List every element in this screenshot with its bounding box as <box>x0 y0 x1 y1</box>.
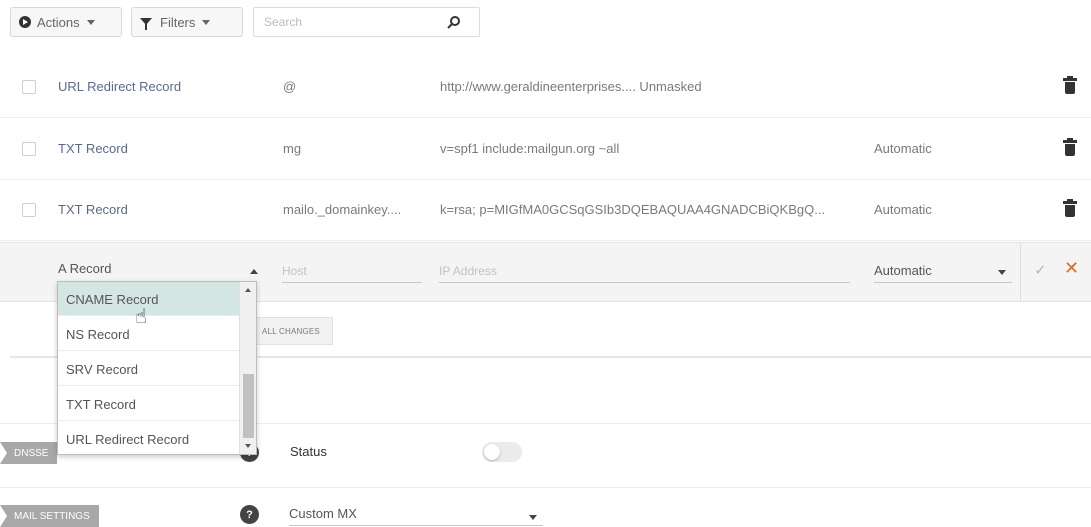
close-icon[interactable]: ✕ <box>1064 258 1079 279</box>
status-label: Status <box>290 444 327 459</box>
trash-icon[interactable] <box>1063 138 1077 158</box>
ttl-value: Automatic <box>874 263 932 278</box>
trash-icon[interactable] <box>1063 76 1077 96</box>
record-row[interactable]: URL Redirect Record @ http://www.geraldi… <box>0 58 1091 118</box>
dropdown-option-ns[interactable]: NS Record <box>58 317 239 351</box>
search-icon[interactable] <box>447 15 461 29</box>
mail-settings-value: Custom MX <box>289 506 357 521</box>
mail-settings-label: MAIL SETTINGS <box>14 510 90 522</box>
row-checkbox[interactable] <box>22 80 36 94</box>
dropdown-scrollbar[interactable] <box>239 282 256 454</box>
ip-address-input[interactable]: IP Address <box>439 261 850 283</box>
save-all-label: ALL CHANGES <box>262 326 320 336</box>
record-ttl: Automatic <box>874 141 932 156</box>
mail-settings-select[interactable]: Custom MX <box>289 506 543 526</box>
divider <box>0 487 1091 488</box>
record-value: http://www.geraldineenterprises.... Unma… <box>440 79 702 94</box>
actions-button[interactable]: Actions <box>10 7 122 37</box>
chevron-down-icon <box>202 19 211 25</box>
scrollbar-thumb[interactable] <box>243 374 254 438</box>
save-all-changes-button[interactable]: ALL CHANGES <box>249 317 333 345</box>
divider <box>1020 243 1021 301</box>
dnssec-label: DNSSE <box>14 447 49 459</box>
row-checkbox[interactable] <box>22 142 36 156</box>
record-row[interactable]: TXT Record mg v=spf1 include:mailgun.org… <box>0 120 1091 180</box>
record-host: mailo._domainkey.... <box>283 202 402 217</box>
scroll-down-icon[interactable] <box>245 444 251 448</box>
record-ttl: Automatic <box>874 202 932 217</box>
play-circle-icon <box>19 16 31 28</box>
record-value: k=rsa; p=MIGfMA0GCSqGSIb3DQEBAQUAA4GNADC… <box>440 202 826 217</box>
chevron-down-icon <box>86 19 95 25</box>
check-icon[interactable]: ✓ <box>1034 261 1047 279</box>
filters-label: Filters <box>160 14 196 30</box>
scroll-up-icon[interactable] <box>245 288 251 292</box>
host-placeholder: Host <box>282 264 307 278</box>
filters-button[interactable]: Filters <box>131 7 243 37</box>
chevron-down-icon <box>998 270 1006 275</box>
dnssec-tag: DNSSE <box>0 442 58 464</box>
trash-icon[interactable] <box>1063 199 1077 219</box>
dropdown-option-txt[interactable]: TXT Record <box>58 387 239 421</box>
host-input[interactable]: Host <box>282 261 422 283</box>
chevron-down-icon <box>529 515 537 520</box>
record-type-select[interactable]: A Record <box>58 261 258 283</box>
record-host: @ <box>283 79 297 94</box>
record-type-dropdown: CNAME Record NS Record SRV Record TXT Re… <box>57 281 257 455</box>
record-row[interactable]: TXT Record mailo._domainkey.... k=rsa; p… <box>0 181 1091 241</box>
chevron-up-icon <box>250 269 258 274</box>
mail-settings-tag: MAIL SETTINGS <box>0 505 99 527</box>
toolbar: Actions Filters Search <box>10 7 480 37</box>
record-type-value: A Record <box>58 261 112 276</box>
help-icon[interactable]: ? <box>240 505 259 524</box>
row-checkbox[interactable] <box>22 203 36 217</box>
record-type: TXT Record <box>58 141 128 156</box>
record-value: v=spf1 include:mailgun.org ~all <box>440 141 620 156</box>
record-type: TXT Record <box>58 202 128 217</box>
dropdown-option-url-redirect[interactable]: URL Redirect Record <box>58 422 239 454</box>
record-host: mg <box>283 141 302 156</box>
filter-icon <box>140 17 152 30</box>
search-input[interactable]: Search <box>253 7 480 37</box>
dropdown-option-srv[interactable]: SRV Record <box>58 352 239 386</box>
record-type: URL Redirect Record <box>58 79 182 94</box>
search-placeholder: Search <box>264 15 303 29</box>
actions-label: Actions <box>37 14 80 30</box>
ip-placeholder: IP Address <box>439 264 497 278</box>
ttl-select[interactable]: Automatic <box>874 261 1012 283</box>
hand-cursor-icon: ☝ <box>135 306 148 328</box>
dropdown-option-cname[interactable]: CNAME Record <box>58 282 239 316</box>
dnssec-status-toggle[interactable] <box>482 442 522 462</box>
